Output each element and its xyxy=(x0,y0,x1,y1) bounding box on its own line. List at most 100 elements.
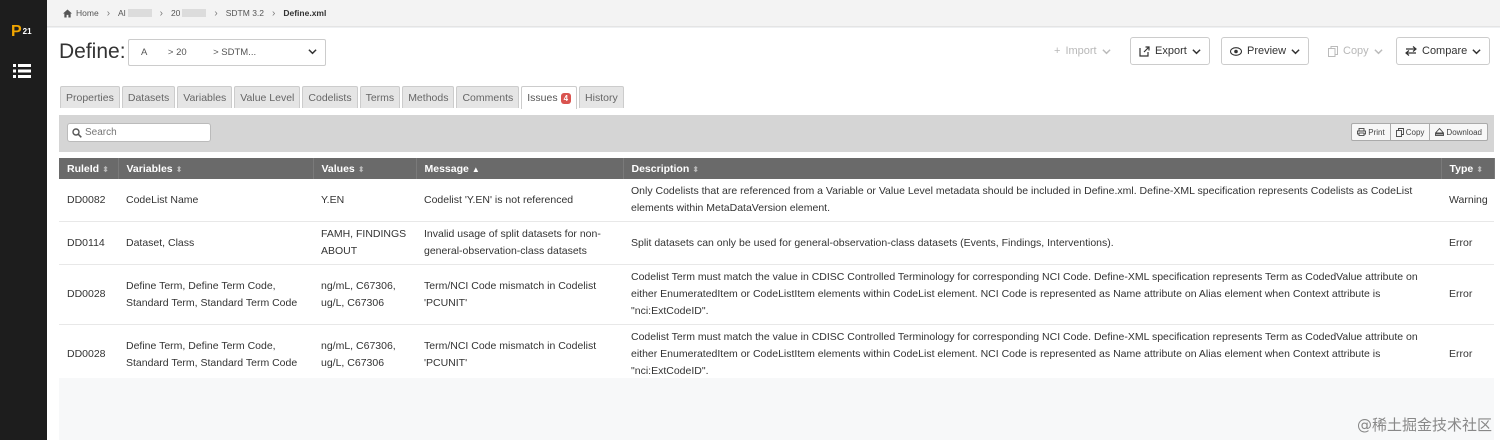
column-header-type[interactable]: Type ⬍ xyxy=(1441,158,1495,179)
tab-codelists[interactable]: Codelists xyxy=(302,86,358,108)
cell-ruleid: DD0082 xyxy=(59,179,118,222)
app-logo[interactable]: P21 xyxy=(11,24,32,40)
watermark: @稀土掘金技术社区 xyxy=(1356,416,1492,434)
tab-issues[interactable]: Issues 4 xyxy=(521,86,578,109)
cell-type: Error xyxy=(1441,221,1494,265)
sort-asc-icon: ▲ xyxy=(471,164,480,174)
cell-values: Y.EN xyxy=(313,179,416,222)
tab-datasets[interactable]: Datasets xyxy=(121,86,176,108)
copy-icon xyxy=(1395,127,1404,137)
breadcrumb-separator: › xyxy=(159,7,163,19)
compare-button[interactable]: Compare xyxy=(1396,37,1491,65)
import-button[interactable]: + Import xyxy=(1045,37,1120,65)
breadcrumb-home[interactable]: Home xyxy=(63,8,99,18)
chevron-down-icon xyxy=(1374,48,1383,54)
menu-list-icon[interactable] xyxy=(13,64,31,78)
copy-icon xyxy=(1328,45,1338,57)
table-empty-area xyxy=(59,378,1494,440)
column-header-values[interactable]: Values ⬍ xyxy=(313,158,417,179)
copy-button[interactable]: Copy xyxy=(1319,37,1392,65)
breadcrumb-item-4[interactable]: SDTM 3.2 xyxy=(226,8,264,18)
cell-variables: CodeList Name xyxy=(118,179,313,222)
tab-comments[interactable]: Comments xyxy=(456,86,520,108)
redacted-text xyxy=(127,9,152,17)
column-header-ruleid[interactable]: RuleId ⬍ xyxy=(59,158,119,179)
table-row[interactable]: DD0114 Dataset, Class FAMH, FINDINGS ABO… xyxy=(59,221,1494,265)
issues-table: RuleId ⬍ Variables ⬍ Values ⬍ Message ▲ Desc… xyxy=(59,158,1495,385)
search-field[interactable] xyxy=(67,123,211,142)
column-header-variables[interactable]: Variables ⬍ xyxy=(118,158,314,179)
export-button[interactable]: Export xyxy=(1130,37,1210,65)
cell-description: Codelist Term must match the value in CD… xyxy=(623,324,1441,385)
chevron-down-icon xyxy=(1472,48,1481,54)
redacted-text xyxy=(182,9,207,17)
download-button[interactable]: Download xyxy=(1430,123,1488,141)
tab-properties[interactable]: Properties xyxy=(60,86,120,108)
cell-ruleid: DD0114 xyxy=(59,221,118,265)
sort-icon: ⬍ xyxy=(357,164,365,174)
cell-description: Codelist Term must match the value in CD… xyxy=(623,264,1441,325)
tab-variables[interactable]: Variables xyxy=(177,86,233,108)
search-icon xyxy=(72,127,82,138)
cell-type: Warning xyxy=(1441,179,1494,222)
main-content: Define: A > 20 > SDTM... + Import Export… xyxy=(47,28,1500,440)
tab-methods[interactable]: Methods xyxy=(402,86,455,108)
cell-message: Codelist 'Y.EN' is not referenced xyxy=(416,179,623,222)
search-input[interactable] xyxy=(85,127,205,138)
column-header-description[interactable]: Description ⬍ xyxy=(623,158,1442,179)
sort-icon: ⬍ xyxy=(692,164,699,174)
eye-icon xyxy=(1230,46,1242,56)
left-sidebar: P21 xyxy=(0,0,47,440)
cell-ruleid: DD0028 xyxy=(59,264,118,325)
cell-variables: Dataset, Class xyxy=(118,221,313,265)
column-header-message[interactable]: Message ▲ xyxy=(416,158,624,179)
define-selector[interactable]: A > 20 > SDTM... xyxy=(128,39,326,66)
cell-message: Term/NCI Code mismatch in Codelist 'PCUN… xyxy=(416,264,623,325)
table-header-row: RuleId ⬍ Variables ⬍ Values ⬍ Message ▲ Desc… xyxy=(59,158,1495,179)
breadcrumb-item-2[interactable]: Al xyxy=(118,8,152,18)
breadcrumb-current: Define.xml xyxy=(283,8,327,18)
page-title: Define: xyxy=(59,40,126,63)
plus-icon: + xyxy=(1054,45,1061,57)
tab-value-level[interactable]: Value Level xyxy=(234,86,301,108)
cell-variables: Define Term, Define Term Code, Standard … xyxy=(118,324,313,385)
issue-count-badge: 4 xyxy=(560,92,572,104)
chevron-down-icon xyxy=(1291,48,1300,54)
breadcrumb-separator: › xyxy=(214,7,218,19)
tab-terms[interactable]: Terms xyxy=(359,86,401,108)
cell-values: ng/mL, C67306, ug/L, C67306 xyxy=(313,264,416,325)
chevron-down-icon xyxy=(1192,48,1201,54)
cell-description: Only Codelists that are referenced from … xyxy=(623,179,1441,222)
copy-table-button[interactable]: Copy xyxy=(1390,123,1431,141)
print-button[interactable]: Print xyxy=(1351,123,1391,141)
chevron-down-icon xyxy=(308,49,317,55)
cell-variables: Define Term, Define Term Code, Standard … xyxy=(118,264,313,325)
export-button-group: Print Copy Download xyxy=(1351,123,1488,141)
preview-button[interactable]: Preview xyxy=(1221,37,1310,65)
download-icon xyxy=(1435,128,1445,136)
breadcrumb-item-3[interactable]: 20 xyxy=(171,8,207,18)
cell-type: Error xyxy=(1441,264,1494,325)
table-toolbar: Print Copy Download xyxy=(59,115,1494,152)
external-link-icon xyxy=(1139,45,1150,57)
tab-history[interactable]: History xyxy=(579,86,624,108)
cell-message: Invalid usage of split datasets for non-… xyxy=(416,221,623,265)
print-icon xyxy=(1357,128,1367,136)
home-icon xyxy=(63,8,72,18)
table-row[interactable]: DD0028 Define Term, Define Term Code, St… xyxy=(59,324,1494,385)
cell-message: Term/NCI Code mismatch in Codelist 'PCUN… xyxy=(416,324,623,385)
chevron-down-icon xyxy=(1102,48,1111,54)
exchange-icon xyxy=(1405,46,1417,56)
sort-icon: ⬍ xyxy=(102,164,109,174)
breadcrumb: Home › Al › 20 › SDTM 3.2 › Define.xml xyxy=(47,0,1500,27)
table-row[interactable]: DD0028 Define Term, Define Term Code, St… xyxy=(59,264,1494,325)
table-row[interactable]: DD0082 CodeList Name Y.EN Codelist 'Y.EN… xyxy=(59,179,1494,222)
sort-icon: ⬍ xyxy=(175,164,183,174)
breadcrumb-separator: › xyxy=(272,7,276,19)
sort-icon: ⬍ xyxy=(1476,164,1483,174)
cell-values: ng/mL, C67306, ug/L, C67306 xyxy=(313,324,416,385)
breadcrumb-separator: › xyxy=(106,7,111,19)
cell-values: FAMH, FINDINGS ABOUT xyxy=(313,221,416,265)
cell-type: Error xyxy=(1441,324,1494,385)
cell-ruleid: DD0028 xyxy=(59,324,118,385)
